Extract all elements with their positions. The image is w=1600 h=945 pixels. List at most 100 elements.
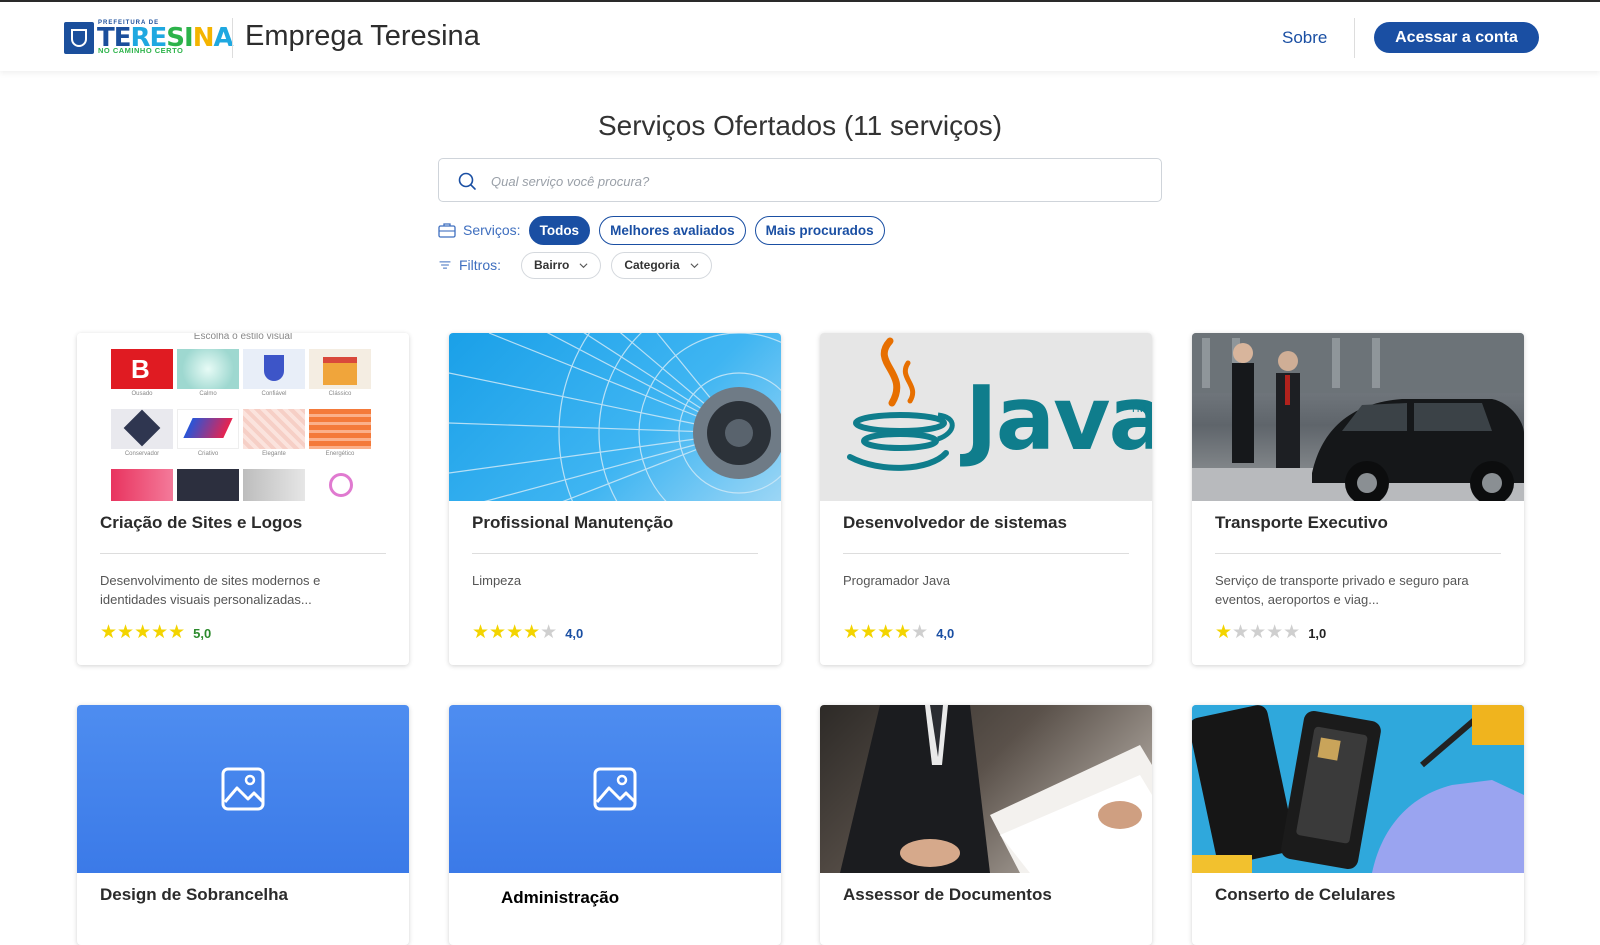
style-tile-label: Calmo — [199, 391, 217, 397]
card-image-documents — [820, 705, 1152, 873]
java-trademark: TM — [1130, 403, 1146, 415]
dropdown-categoria-label: Categoria — [624, 258, 680, 272]
card-divider — [843, 553, 1129, 554]
card-title: Profissional Manutenção — [472, 513, 674, 532]
style-tile — [309, 409, 371, 449]
chip-todos[interactable]: Todos — [528, 215, 591, 245]
style-tile-label: Criativo — [197, 451, 219, 457]
style-tile: B — [111, 349, 173, 389]
star-rating: ★★★★★ — [843, 622, 929, 643]
java-wordmark: Java — [965, 367, 1152, 470]
filters-label: Filtros: — [459, 257, 501, 273]
executive-car-illustration — [1192, 333, 1524, 501]
card-divider — [472, 553, 758, 554]
service-card[interactable]: Conserto de Celulares — [1192, 705, 1524, 945]
city-seal-icon — [64, 22, 94, 54]
services-label: Serviços: — [463, 222, 521, 238]
style-tile — [177, 349, 239, 389]
card-divider — [100, 553, 386, 554]
chevron-down-icon — [690, 262, 699, 268]
card-image-placeholder — [77, 705, 409, 873]
style-tile — [243, 469, 305, 501]
chip-melhores-avaliados[interactable]: Melhores avaliados — [599, 215, 746, 245]
style-tile-label: Confiável — [261, 391, 287, 397]
fan-illustration — [449, 333, 781, 501]
chip-mais-procurados[interactable]: Mais procurados — [754, 215, 885, 245]
style-tile — [243, 409, 305, 449]
top-navbar: PREFEITURA DE TERESINA NO CAMINHO CERTO … — [0, 0, 1600, 71]
chevron-down-icon — [579, 262, 588, 268]
service-card[interactable]: Profissional Manutenção Limpeza ★★★★★ 4,… — [449, 333, 781, 665]
card-title: Desenvolvedor de sistemas — [843, 513, 1067, 532]
card-rating: ★★★★★ 5,0 — [100, 623, 211, 643]
style-tile-label: Conservador — [124, 451, 160, 457]
services-filter-row: Serviços: Todos Melhores avaliados Mais … — [438, 215, 894, 245]
filter-icon — [439, 261, 451, 269]
search-icon — [458, 172, 476, 190]
rating-value: 5,0 — [193, 625, 212, 641]
image-placeholder-icon — [221, 767, 265, 811]
star-rating: ★★★★★ — [1215, 622, 1301, 643]
card-description: Programador Java — [843, 573, 950, 588]
style-tile-label: Elegante — [262, 451, 286, 457]
card-image-java-logo: Java TM — [820, 333, 1152, 501]
star-rating: ★★★★★ — [100, 622, 186, 643]
style-tile — [177, 469, 239, 501]
card-title: Assessor de Documentos — [843, 885, 1052, 904]
card-image-executive-car — [1192, 333, 1524, 501]
card-image-logo-styles: Escolha o estilo visual B Ousado Calmo C… — [77, 333, 409, 501]
style-tile-label: Energético — [325, 451, 355, 457]
card-rating: ★★★★★ 4,0 — [472, 623, 583, 643]
card-description: Limpeza — [472, 573, 522, 588]
image-placeholder-icon — [593, 767, 637, 811]
search-bar[interactable] — [438, 158, 1162, 202]
card-image-fan — [449, 333, 781, 501]
style-tile-label: Ousado — [131, 391, 153, 397]
card-description: Serviço de transporte privado e seguro p… — [1215, 573, 1469, 607]
card-title: Conserto de Celulares — [1215, 885, 1396, 904]
service-card[interactable]: Transporte Executivo Serviço de transpor… — [1192, 333, 1524, 665]
app-title: Emprega Teresina — [245, 20, 480, 52]
logo-styles-caption: Escolha o estilo visual — [193, 333, 293, 342]
teresina-logo[interactable]: PREFEITURA DE TERESINA NO CAMINHO CERTO — [64, 20, 234, 56]
search-input[interactable] — [491, 169, 1131, 193]
style-tile — [309, 469, 371, 501]
login-button[interactable]: Acessar a conta — [1374, 22, 1539, 53]
page-title: Serviços Ofertados (11 serviços) — [597, 110, 1003, 141]
style-tile — [111, 469, 173, 501]
style-tile — [177, 409, 239, 449]
card-rating: ★★★★★ 4,0 — [843, 623, 954, 643]
filters-row: Filtros: Bairro Categoria — [438, 251, 722, 279]
card-image-phone-repair — [1192, 705, 1524, 873]
documents-illustration — [840, 705, 1152, 873]
style-tile — [309, 349, 371, 389]
style-tile — [111, 409, 173, 449]
header-divider-right — [1354, 18, 1355, 58]
card-rating: ★★★★★ 1,0 — [1215, 623, 1326, 643]
service-card[interactable]: Administração — [449, 705, 781, 945]
card-title: Transporte Executivo — [1215, 513, 1388, 532]
style-tile-label: Clássico — [328, 391, 352, 397]
service-card[interactable]: Assessor de Documentos — [820, 705, 1152, 945]
nav-link-sobre[interactable]: Sobre — [1282, 28, 1327, 48]
style-tile — [243, 349, 305, 389]
dropdown-bairro-label: Bairro — [534, 258, 570, 272]
dropdown-categoria[interactable]: Categoria — [611, 251, 712, 279]
card-description: Desenvolvimento de sites modernos e iden… — [100, 573, 321, 607]
card-title: Design de Sobrancelha — [100, 885, 288, 904]
card-divider — [1215, 553, 1501, 554]
phone-repair-illustration — [1192, 705, 1524, 873]
service-card[interactable]: Escolha o estilo visual B Ousado Calmo C… — [77, 333, 409, 665]
logo-tagline: NO CAMINHO CERTO — [98, 46, 184, 55]
rating-value: 4,0 — [936, 625, 955, 641]
card-title: Criação de Sites e Logos — [100, 513, 303, 532]
card-title: Administração — [501, 888, 620, 907]
star-rating: ★★★★★ — [472, 622, 558, 643]
service-card[interactable]: Design de Sobrancelha — [77, 705, 409, 945]
header-divider — [232, 18, 233, 58]
rating-value: 4,0 — [565, 625, 584, 641]
service-card[interactable]: Java TM Desenvolvedor de sistemas Progra… — [820, 333, 1152, 665]
dropdown-bairro[interactable]: Bairro — [521, 251, 602, 279]
rating-value: 1,0 — [1308, 625, 1327, 641]
briefcase-icon — [438, 223, 456, 238]
